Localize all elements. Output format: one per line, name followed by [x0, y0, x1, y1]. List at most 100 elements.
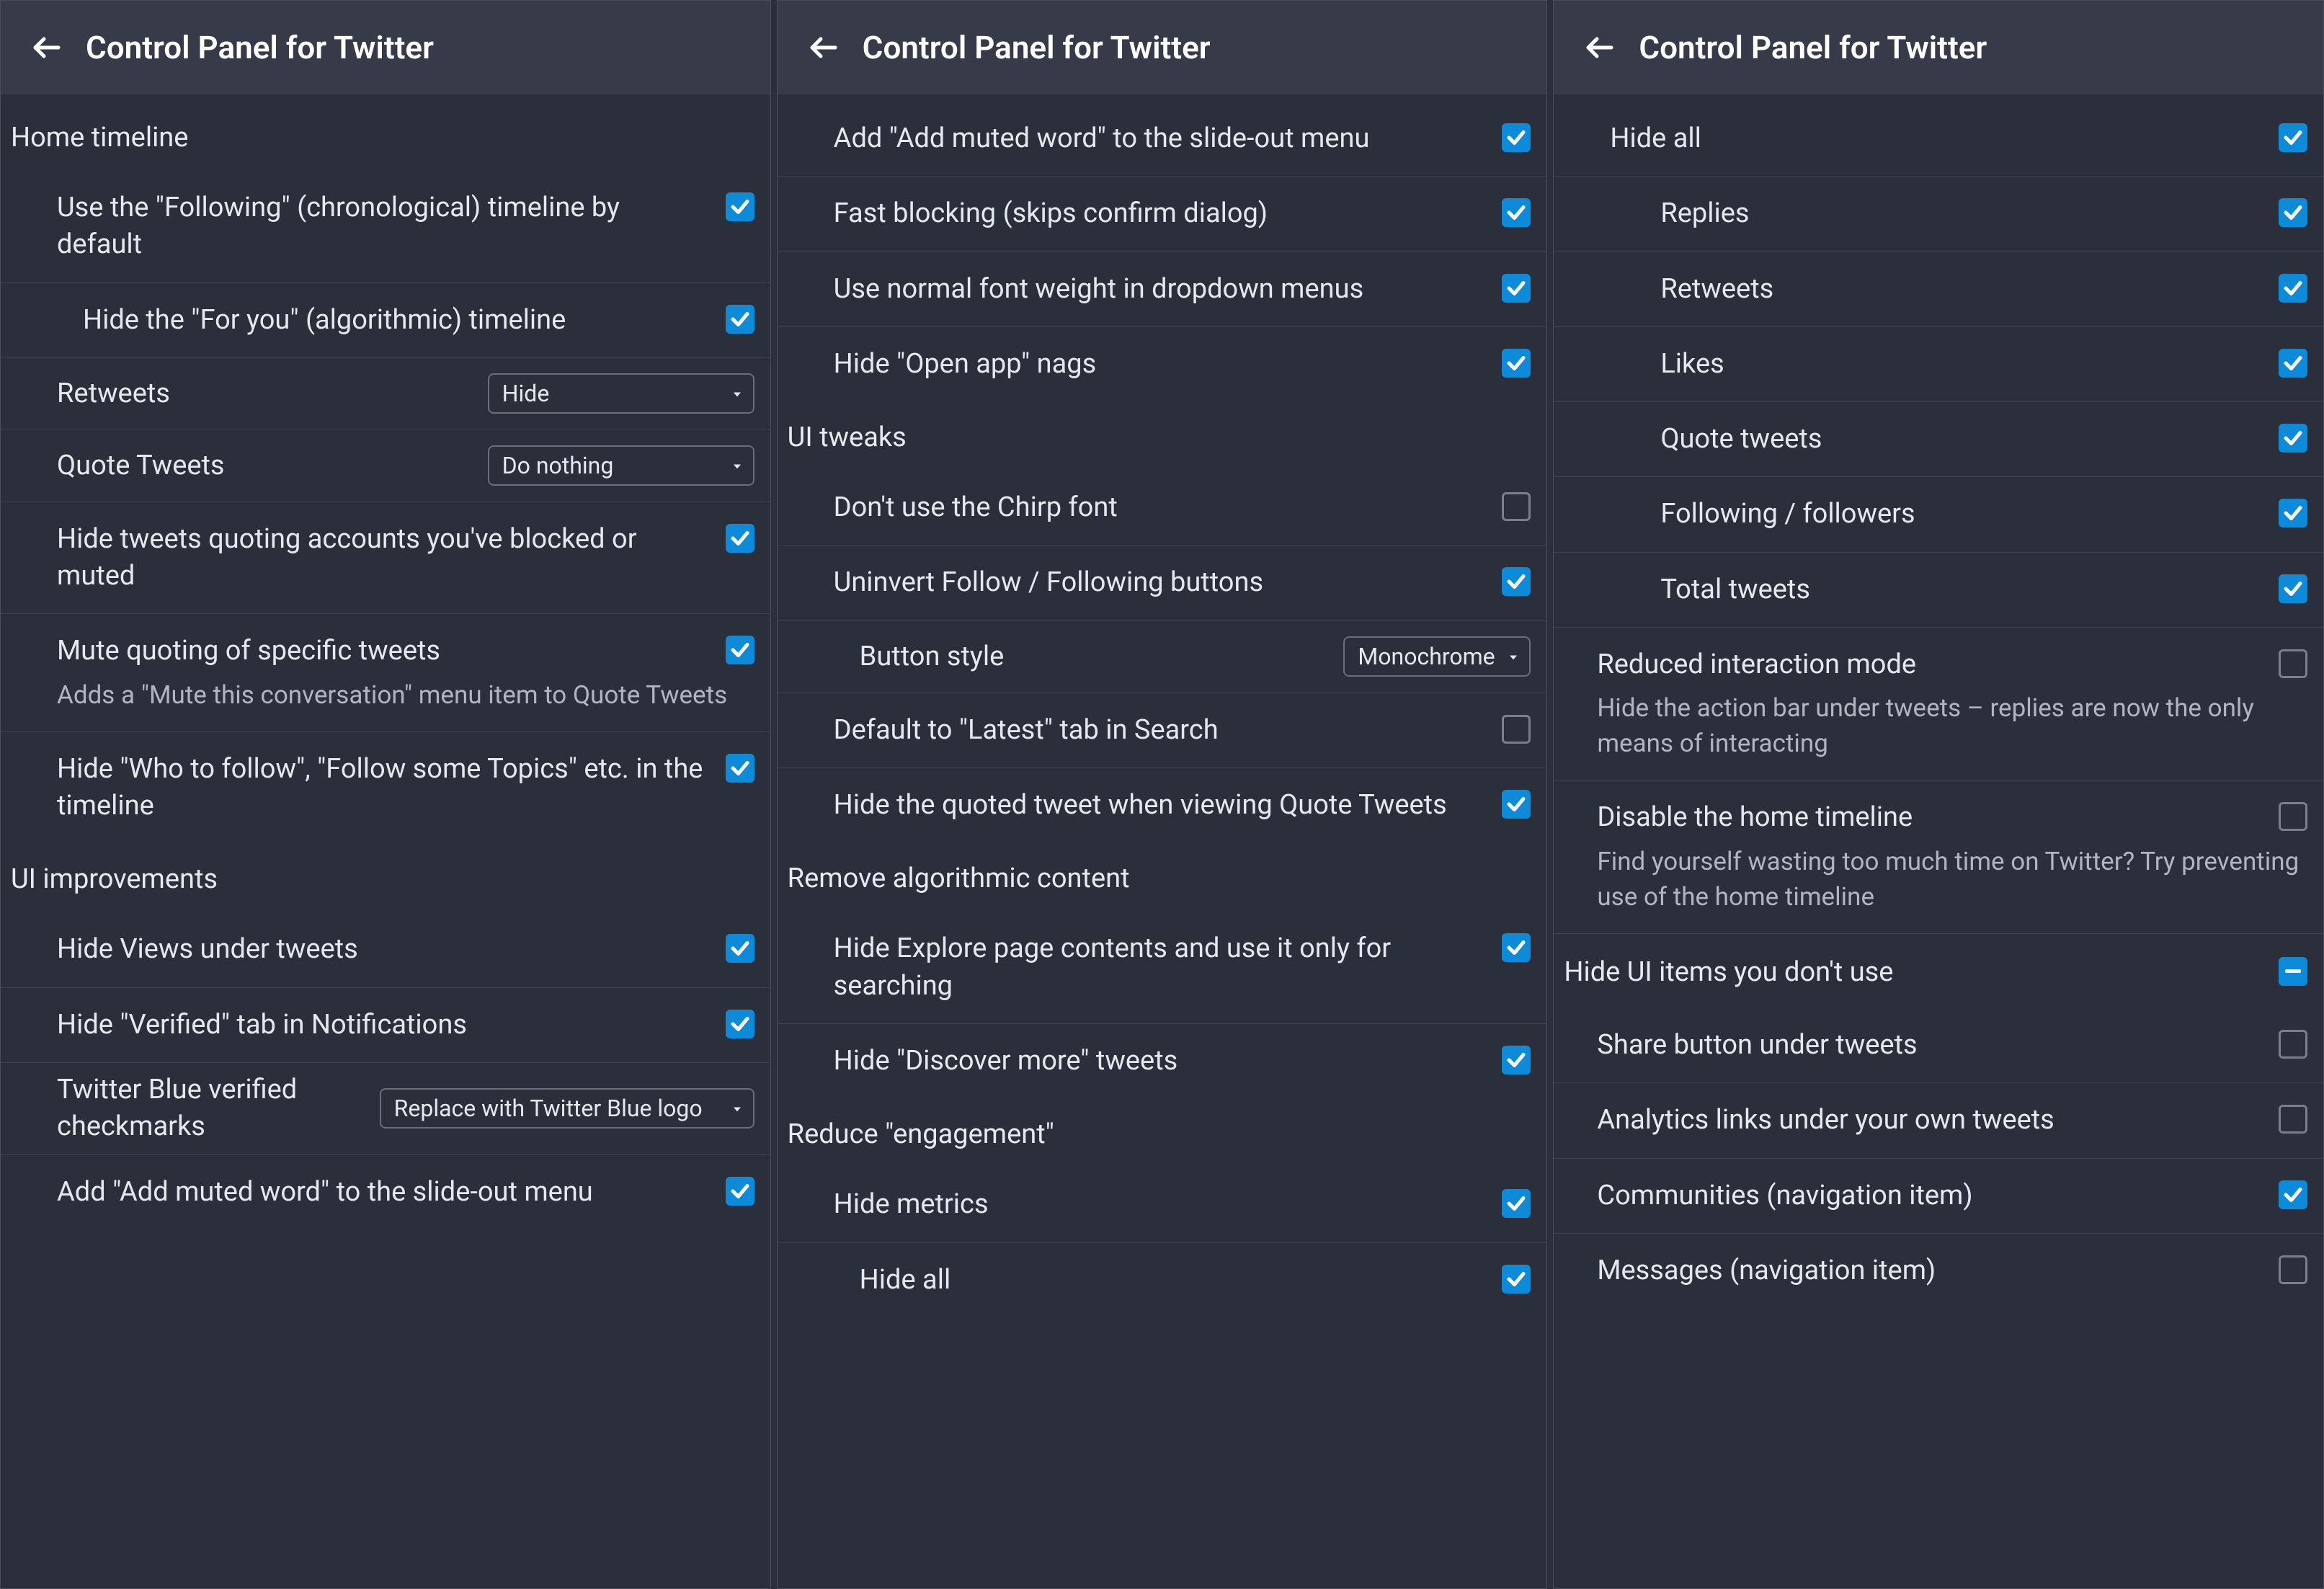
row-default-latest-search[interactable]: Default to "Latest" tab in Search [778, 693, 1547, 768]
check-icon [2282, 127, 2304, 148]
label-retweets-metric: Retweets [1660, 271, 2264, 308]
checkbox-fast-blocking[interactable] [1502, 198, 1531, 227]
section-home-timeline: Home timeline [1, 102, 770, 171]
checkbox-reduced-interaction[interactable] [2279, 649, 2307, 678]
label-hide-metrics: Hide metrics [834, 1186, 1488, 1223]
checkbox-disable-home-timeline[interactable] [2279, 802, 2307, 831]
checkbox-hide-all[interactable] [2279, 123, 2307, 152]
row-hide-quoted-tweet[interactable]: Hide the quoted tweet when viewing Quote… [778, 768, 1547, 842]
select-retweets[interactable]: Hide [488, 373, 754, 414]
checkbox-hide-discover-more[interactable] [1502, 1046, 1531, 1074]
checkbox-hide-metrics[interactable] [1502, 1189, 1531, 1218]
label-hide-verified-tab: Hide "Verified" tab in Notifications [57, 1007, 711, 1043]
checkbox-communities-nav[interactable] [2279, 1180, 2307, 1209]
row-uninvert-follow[interactable]: Uninvert Follow / Following buttons [778, 546, 1547, 620]
row-hide-for-you[interactable]: Hide the "For you" (algorithmic) timelin… [1, 283, 770, 358]
row-dont-use-chirp[interactable]: Don't use the Chirp font [778, 471, 1547, 546]
label-messages-nav: Messages (navigation item) [1597, 1252, 2264, 1289]
row-button-style[interactable]: Button style Monochrome [778, 621, 1547, 693]
checkbox-default-latest-search[interactable] [1502, 715, 1531, 744]
row-normal-font-dropdown[interactable]: Use normal font weight in dropdown menus [778, 252, 1547, 327]
page-title: Control Panel for Twitter [86, 29, 434, 66]
section-remove-algorithmic: Remove algorithmic content [778, 842, 1547, 912]
back-button[interactable] [30, 30, 64, 65]
row-fast-blocking[interactable]: Fast blocking (skips confirm dialog) [778, 177, 1547, 252]
row-reduced-interaction[interactable]: Reduced interaction mode Hide the action… [1554, 628, 2323, 780]
label-hide-explore: Hide Explore page contents and use it on… [834, 930, 1488, 1005]
row-hide-verified-tab[interactable]: Hide "Verified" tab in Notifications [1, 988, 770, 1063]
row-mute-quoting[interactable]: Mute quoting of specific tweets Adds a "… [1, 614, 770, 731]
checkbox-hide-all-metrics[interactable] [1502, 1265, 1531, 1294]
row-quote-tweets[interactable]: Quote Tweets Do nothing [1, 430, 770, 502]
row-hide-ui-items-header[interactable]: Hide UI items you don't use [1554, 934, 2323, 1008]
check-icon [1505, 571, 1527, 592]
select-button-style[interactable]: Monochrome [1343, 636, 1531, 677]
checkbox-replies[interactable] [2279, 198, 2307, 227]
checkbox-hide-explore[interactable] [1502, 933, 1531, 962]
back-button[interactable] [1582, 30, 1617, 65]
checkbox-normal-font-dropdown[interactable] [1502, 274, 1531, 303]
row-communities-nav[interactable]: Communities (navigation item) [1554, 1159, 2323, 1234]
row-hide-all-metrics[interactable]: Hide all [778, 1243, 1547, 1308]
checkbox-quote-tweets-metric[interactable] [2279, 424, 2307, 453]
checkbox-hide-for-you[interactable] [726, 305, 754, 334]
checkbox-messages-nav[interactable] [2279, 1255, 2307, 1284]
select-blue-checkmarks[interactable]: Replace with Twitter Blue logo [380, 1088, 754, 1129]
row-share-button[interactable]: Share button under tweets [1554, 1008, 2323, 1083]
checkbox-hide-views[interactable] [726, 934, 754, 963]
checkbox-hide-verified-tab[interactable] [726, 1010, 754, 1038]
checkbox-uninvert-follow[interactable] [1502, 567, 1531, 596]
row-retweets-metric[interactable]: Retweets [1554, 252, 2323, 327]
check-icon [2282, 202, 2304, 223]
row-likes-metric[interactable]: Likes [1554, 327, 2323, 402]
checkbox-share-button[interactable] [2279, 1030, 2307, 1059]
check-icon [2282, 277, 2304, 299]
checkbox-total-tweets[interactable] [2279, 574, 2307, 603]
row-hide-who-to-follow[interactable]: Hide "Who to follow", "Follow some Topic… [1, 732, 770, 844]
row-add-muted-word-2[interactable]: Add "Add muted word" to the slide-out me… [778, 102, 1547, 177]
checkbox-hide-who-to-follow[interactable] [726, 754, 754, 783]
label-retweets: Retweets [57, 375, 473, 412]
row-total-tweets[interactable]: Total tweets [1554, 553, 2323, 628]
checkbox-dont-use-chirp[interactable] [1502, 492, 1531, 521]
checkbox-following-followers[interactable] [2279, 499, 2307, 528]
check-icon [729, 196, 751, 218]
checkbox-hide-quoted-tweet[interactable] [1502, 790, 1531, 819]
row-hide-metrics[interactable]: Hide metrics [778, 1167, 1547, 1242]
check-icon [729, 308, 751, 330]
row-hide-discover-more[interactable]: Hide "Discover more" tweets [778, 1024, 1547, 1098]
select-quote-tweets[interactable]: Do nothing [488, 445, 754, 486]
row-hide-all[interactable]: Hide all [1554, 102, 2323, 177]
checkbox-following-timeline[interactable] [726, 192, 754, 221]
checkbox-hide-quoting-blocked[interactable] [726, 524, 754, 553]
label-reduced-interaction: Reduced interaction mode [1597, 646, 2264, 683]
row-hide-explore[interactable]: Hide Explore page contents and use it on… [778, 912, 1547, 1024]
row-add-muted-word[interactable]: Add "Add muted word" to the slide-out me… [1, 1155, 770, 1229]
row-following-followers[interactable]: Following / followers [1554, 477, 2323, 552]
checkbox-add-muted-word[interactable] [726, 1177, 754, 1206]
row-hide-views[interactable]: Hide Views under tweets [1, 912, 770, 987]
checkbox-likes-metric[interactable] [2279, 349, 2307, 378]
row-disable-home-timeline[interactable]: Disable the home timeline Find yourself … [1554, 780, 2323, 933]
back-button[interactable] [806, 30, 841, 65]
panel-header: Control Panel for Twitter [778, 1, 1547, 94]
row-hide-open-app[interactable]: Hide "Open app" nags [778, 327, 1547, 401]
row-quote-tweets-metric[interactable]: Quote tweets [1554, 402, 2323, 477]
row-retweets[interactable]: Retweets Hide [1, 358, 770, 430]
row-hide-quoting-blocked[interactable]: Hide tweets quoting accounts you've bloc… [1, 502, 770, 615]
checkbox-hide-open-app[interactable] [1502, 349, 1531, 378]
panel-1: Control Panel for Twitter Home timeline … [0, 0, 771, 1589]
panel-content: Hide all Replies Retweets Likes [1554, 94, 2323, 1588]
label-hide-all-metrics: Hide all [860, 1262, 1488, 1299]
row-messages-nav[interactable]: Messages (navigation item) [1554, 1234, 2323, 1308]
checkbox-add-muted-word[interactable] [1502, 123, 1531, 152]
row-blue-checkmarks[interactable]: Twitter Blue verified checkmarks Replace… [1, 1063, 770, 1155]
checkbox-analytics-links[interactable] [2279, 1105, 2307, 1134]
row-replies[interactable]: Replies [1554, 177, 2323, 252]
checkbox-mute-quoting[interactable] [726, 636, 754, 664]
checkbox-hide-ui-items[interactable] [2279, 957, 2307, 986]
row-following-timeline[interactable]: Use the "Following" (chronological) time… [1, 171, 770, 283]
select-blue-checkmarks-value: Replace with Twitter Blue logo [394, 1095, 703, 1122]
row-analytics-links[interactable]: Analytics links under your own tweets [1554, 1083, 2323, 1158]
checkbox-retweets-metric[interactable] [2279, 274, 2307, 303]
